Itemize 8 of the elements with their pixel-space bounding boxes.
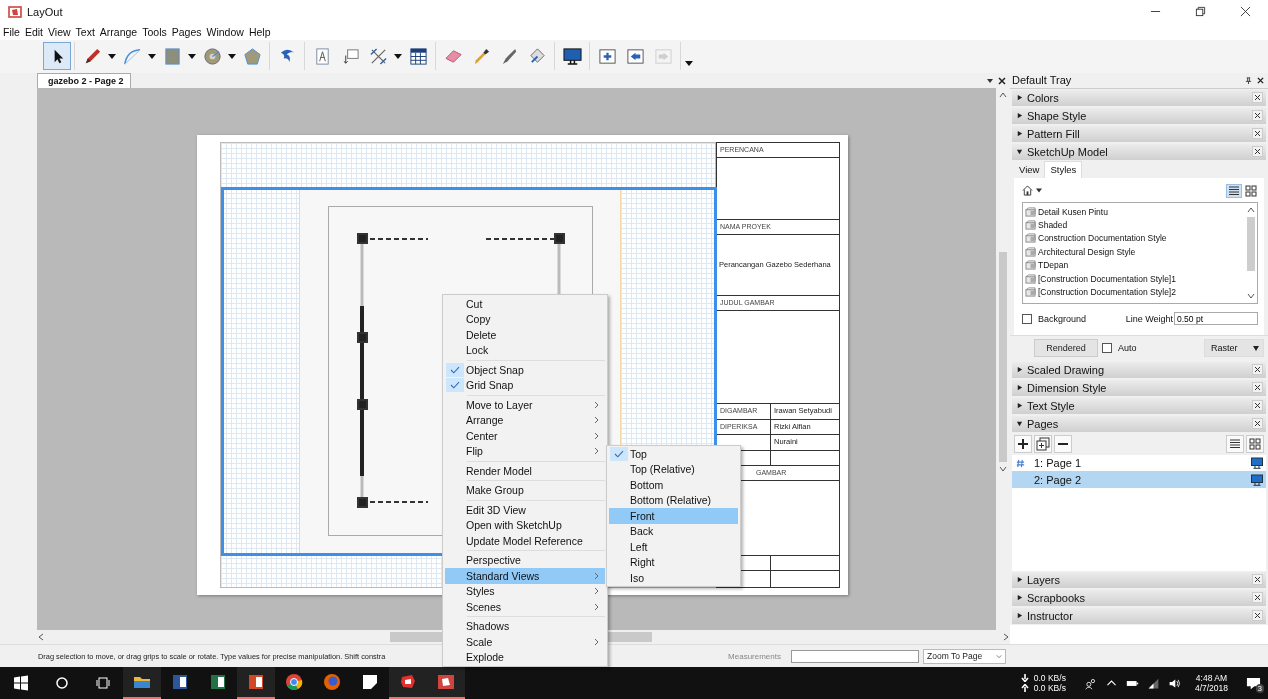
tray-title: Default Tray — [1012, 74, 1072, 87]
window-title: LayOut — [27, 6, 63, 18]
measurements-label: Measurements — [728, 651, 781, 661]
field-label: Line Weight — [1125, 313, 1173, 324]
download-speed: 0.0 KB/s — [1033, 673, 1066, 683]
checkbox-label: Background — [1038, 313, 1087, 324]
checkbox-label: Auto — [1118, 343, 1137, 354]
upload-speed: 0.0 KB/s — [1033, 683, 1066, 693]
